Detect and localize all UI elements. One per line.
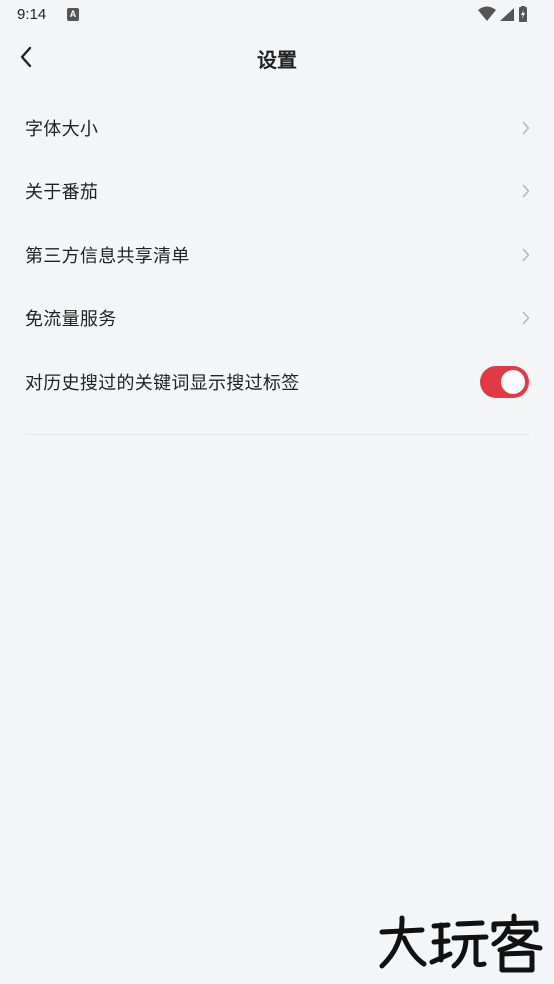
top-bar: 设置 [0,30,554,86]
chevron-right-icon [522,311,530,325]
wifi-icon [478,6,496,21]
a-letter-icon: A [67,8,79,21]
divider [25,434,529,435]
toggle-knob [501,369,525,394]
watermark-logo [376,912,546,974]
status-icons [478,6,538,24]
chevron-right-icon [522,184,530,198]
search-tag-toggle[interactable] [480,365,529,398]
chevron-right-icon [522,121,530,135]
watermark-icon [379,913,543,973]
setting-label: 关于番茄 [25,182,99,204]
setting-label: 免流量服务 [25,309,117,331]
battery-charging-icon [519,6,527,22]
setting-third-party-sharing[interactable]: 第三方信息共享清单 [0,223,554,287]
setting-search-history-tag: 对历史搜过的关键词显示搜过标签 [0,350,554,414]
status-bar: 9:14 A [0,0,554,30]
setting-label: 字体大小 [25,118,99,140]
setting-free-data-service[interactable]: 免流量服务 [0,287,554,351]
setting-about[interactable]: 关于番茄 [0,160,554,224]
status-time: 9:14 [17,6,47,23]
page-title: 设置 [257,48,297,72]
chevron-right-icon [522,248,530,262]
settings-list: 字体大小 关于番茄 第三方信息共享清单 免流量服务 对历史搜过的关键词显示搜过标… [0,96,554,414]
signal-icon [500,8,514,21]
setting-label: 对历史搜过的关键词显示搜过标签 [25,372,300,394]
setting-font-size[interactable]: 字体大小 [0,96,554,160]
setting-label: 第三方信息共享清单 [25,245,190,267]
